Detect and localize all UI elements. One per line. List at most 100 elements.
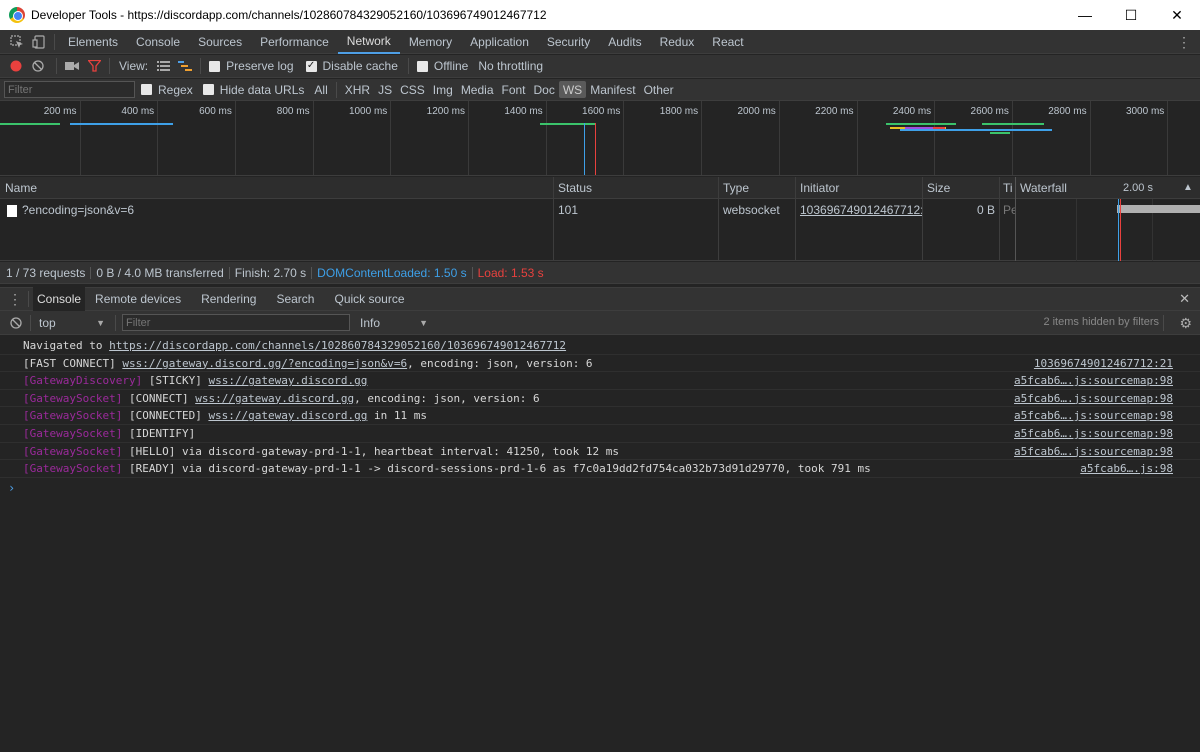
initiator-link[interactable]: 103696749012467712:... bbox=[795, 199, 922, 221]
message-text: [CONNECTED] bbox=[122, 409, 209, 423]
device-toolbar-icon[interactable] bbox=[28, 31, 50, 53]
filter-type-img[interactable]: Img bbox=[429, 81, 457, 98]
offline-label: Offline bbox=[433, 59, 469, 73]
offline-checkbox[interactable] bbox=[416, 60, 428, 72]
overview-tick-label: 2600 ms bbox=[970, 106, 1009, 117]
sort-ascending-icon[interactable]: ▲ bbox=[1178, 177, 1194, 199]
tab-memory[interactable]: Memory bbox=[400, 30, 461, 54]
drawer-tab-remote-devices[interactable]: Remote devices bbox=[85, 287, 191, 311]
message-text: , encoding: json, version: 6 bbox=[407, 356, 593, 370]
source-link[interactable]: a5fcab6….js:sourcemap:98 bbox=[1014, 409, 1173, 422]
close-drawer-icon[interactable]: ✕ bbox=[1179, 291, 1190, 307]
console-message-text: [GatewaySocket] [IDENTIFY] bbox=[23, 427, 195, 440]
waterfall-dcl-line bbox=[1118, 199, 1119, 261]
filter-type-doc[interactable]: Doc bbox=[530, 81, 559, 98]
inspect-element-icon[interactable] bbox=[6, 31, 28, 53]
overview-gridline bbox=[856, 101, 858, 175]
overview-gridline bbox=[545, 101, 547, 175]
message-link[interactable]: wss://gateway.discord.gg bbox=[208, 409, 367, 422]
overview-tick-label: 3000 ms bbox=[1125, 106, 1165, 117]
drawer-tab-rendering[interactable]: Rendering bbox=[191, 287, 266, 311]
large-rows-icon[interactable] bbox=[152, 61, 174, 71]
overview-tick-label: 400 ms bbox=[121, 106, 155, 117]
requests-table: Name Status Type Initiator Size Ti Water… bbox=[0, 177, 1200, 261]
console-filter-input[interactable] bbox=[122, 314, 350, 331]
tab-performance[interactable]: Performance bbox=[251, 30, 338, 54]
tab-network[interactable]: Network bbox=[337, 30, 400, 54]
toolbar-separator bbox=[28, 291, 29, 307]
initiator-column-header[interactable]: Initiator bbox=[795, 177, 922, 199]
filter-type-all[interactable]: All bbox=[310, 81, 331, 98]
overview-waterfall-icon[interactable] bbox=[174, 61, 196, 71]
tab-security[interactable]: Security bbox=[538, 30, 599, 54]
source-link[interactable]: a5fcab6….js:sourcemap:98 bbox=[1014, 374, 1173, 387]
status-column-header[interactable]: Status bbox=[553, 177, 718, 199]
filter-type-js[interactable]: JS bbox=[374, 81, 396, 98]
message-text: in 11 ms bbox=[367, 409, 427, 423]
message-link[interactable]: https://discordapp.com/channels/10286078… bbox=[109, 339, 566, 352]
drawer-tab-search[interactable]: Search bbox=[266, 287, 324, 311]
table-row[interactable]: ?encoding=json&v=6 101 websocket 1036967… bbox=[0, 199, 1200, 221]
drawer-tab-quick-source[interactable]: Quick source bbox=[324, 287, 414, 311]
type-column-header[interactable]: Type bbox=[718, 177, 795, 199]
console-message-text: [GatewaySocket] [CONNECTED] wss://gatewa… bbox=[23, 409, 427, 422]
minimize-button[interactable]: — bbox=[1062, 0, 1108, 30]
filter-icon[interactable] bbox=[83, 60, 105, 72]
message-link[interactable]: wss://gateway.discord.gg bbox=[208, 374, 367, 387]
filter-type-css[interactable]: CSS bbox=[396, 81, 429, 98]
tab-react[interactable]: React bbox=[703, 30, 752, 54]
waterfall-load-line bbox=[1120, 199, 1121, 261]
network-overview[interactable]: 200 ms 400 ms 600 ms 800 ms 1000 ms 1200 ms 14… bbox=[0, 101, 1200, 176]
tab-audits[interactable]: Audits bbox=[599, 30, 650, 54]
console-message: [FAST CONNECT] wss://gateway.discord.gg/… bbox=[0, 355, 1200, 373]
source-link[interactable]: a5fcab6….js:sourcemap:98 bbox=[1014, 427, 1173, 440]
console-prompt-icon[interactable]: › bbox=[8, 481, 15, 495]
filter-type-xhr[interactable]: XHR bbox=[341, 81, 374, 98]
tab-application[interactable]: Application bbox=[461, 30, 538, 54]
window-title: Developer Tools - https://discordapp.com… bbox=[31, 8, 547, 22]
camera-icon[interactable] bbox=[61, 61, 83, 71]
filter-type-ws[interactable]: WS bbox=[558, 81, 587, 98]
filter-input[interactable] bbox=[4, 81, 135, 98]
name-column-header[interactable]: Name bbox=[0, 177, 553, 199]
tab-redux[interactable]: Redux bbox=[651, 30, 704, 54]
filter-type-other[interactable]: Other bbox=[640, 81, 678, 98]
clear-icon[interactable] bbox=[28, 60, 48, 72]
regex-checkbox[interactable] bbox=[141, 84, 152, 95]
message-link[interactable]: wss://gateway.discord.gg/?encoding=json&… bbox=[122, 357, 407, 370]
hide-data-urls-checkbox[interactable] bbox=[202, 84, 214, 95]
time-column-header[interactable]: Ti bbox=[999, 177, 1015, 199]
drawer-tab-console[interactable]: Console bbox=[33, 287, 86, 311]
waterfall-column-header[interactable]: Waterfall bbox=[1015, 177, 1105, 199]
source-link[interactable]: a5fcab6….js:sourcemap:98 bbox=[1014, 445, 1173, 458]
source-link[interactable]: a5fcab6….js:98 bbox=[1080, 462, 1173, 475]
size-column-header[interactable]: Size bbox=[922, 177, 999, 199]
source-link[interactable]: 103696749012467712:21 bbox=[1034, 357, 1173, 370]
tab-elements[interactable]: Elements bbox=[59, 30, 127, 54]
close-window-button[interactable]: ✕ bbox=[1154, 0, 1200, 30]
log-level-select[interactable]: Info ▼ bbox=[356, 316, 432, 330]
clear-console-icon[interactable] bbox=[6, 316, 26, 329]
preserve-log-checkbox[interactable] bbox=[209, 60, 221, 72]
throttling-select[interactable]: No throttling bbox=[478, 59, 543, 73]
source-link[interactable]: a5fcab6….js:sourcemap:98 bbox=[1014, 392, 1173, 405]
more-options-icon[interactable]: ⋮ bbox=[1176, 32, 1192, 52]
overview-bar bbox=[540, 123, 596, 125]
maximize-button[interactable]: ☐ bbox=[1108, 0, 1154, 30]
console-message: [GatewaySocket] [CONNECT] wss://gateway.… bbox=[0, 390, 1200, 408]
filter-type-font[interactable]: Font bbox=[498, 81, 530, 98]
filter-type-manifest[interactable]: Manifest bbox=[586, 81, 639, 98]
request-name: ?encoding=json&v=6 bbox=[22, 203, 135, 217]
tab-sources[interactable]: Sources bbox=[189, 30, 251, 54]
filter-type-media[interactable]: Media bbox=[457, 81, 498, 98]
overview-tick-label: 2000 ms bbox=[737, 106, 776, 117]
console-message-text: [GatewaySocket] [CONNECT] wss://gateway.… bbox=[23, 392, 540, 405]
drawer-menu-icon[interactable]: ⋮ bbox=[6, 291, 24, 308]
tab-console[interactable]: Console bbox=[127, 30, 189, 54]
console-settings-gear-icon[interactable]: ⚙ bbox=[1179, 315, 1192, 332]
overview-tick-label: 800 ms bbox=[276, 106, 310, 117]
record-icon[interactable] bbox=[6, 60, 26, 72]
message-link[interactable]: wss://gateway.discord.gg bbox=[195, 392, 354, 405]
context-select[interactable]: top ▼ bbox=[35, 316, 109, 330]
disable-cache-checkbox[interactable]: ✓ bbox=[305, 60, 317, 72]
